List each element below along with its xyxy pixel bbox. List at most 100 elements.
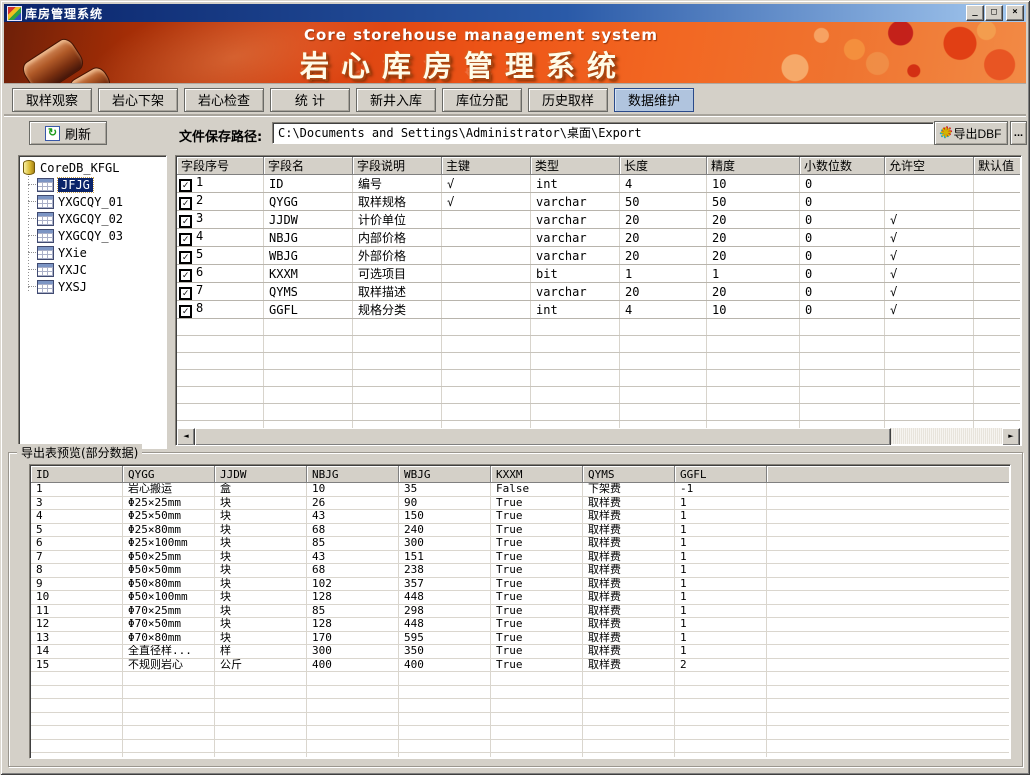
preview-cell[interactable]: 1 (675, 510, 767, 524)
preview-cell[interactable]: Φ70×25mm (123, 604, 215, 618)
preview-cell[interactable]: -1 (675, 483, 767, 497)
field-cell[interactable] (442, 229, 531, 247)
field-cell[interactable]: varchar (531, 193, 620, 211)
fields-col-header[interactable]: 小数位数 (800, 157, 885, 175)
preview-col-header[interactable]: KXXM (491, 466, 583, 483)
field-cell[interactable] (885, 193, 974, 211)
field-cell[interactable]: QYMS (264, 283, 353, 301)
field-cell[interactable]: 可选项目 (353, 265, 442, 283)
fields-col-header[interactable]: 精度 (707, 157, 800, 175)
preview-cell[interactable]: 取样费 (583, 537, 675, 551)
fields-col-header[interactable]: 主键 (442, 157, 531, 175)
preview-cell[interactable]: 10 (31, 591, 123, 605)
field-cell[interactable] (974, 193, 1021, 211)
field-cell[interactable]: 取样描述 (353, 283, 442, 301)
field-cell[interactable]: ID (264, 175, 353, 193)
field-cell[interactable]: √ (885, 247, 974, 265)
preview-cell[interactable]: 1 (675, 591, 767, 605)
field-cell[interactable]: varchar (531, 247, 620, 265)
preview-cell[interactable]: 1 (675, 618, 767, 632)
fields-col-header[interactable]: 长度 (620, 157, 707, 175)
field-cell[interactable]: 0 (800, 175, 885, 193)
field-cell[interactable] (974, 283, 1021, 301)
preview-row[interactable]: 1岩心搬运盒1035False下架费-1 (31, 483, 1009, 497)
field-cell[interactable]: 取样规格 (353, 193, 442, 211)
preview-cell[interactable]: 90 (399, 496, 491, 510)
preview-cell[interactable]: 不规则岩心 (123, 658, 215, 672)
preview-cell[interactable]: 1 (675, 564, 767, 578)
field-cell[interactable]: 20 (707, 283, 800, 301)
field-cell[interactable]: varchar (531, 211, 620, 229)
fields-col-header[interactable]: 字段序号 (177, 157, 264, 175)
scrollbar-track[interactable] (195, 428, 1002, 444)
preview-cell[interactable]: 26 (307, 496, 399, 510)
preview-cell[interactable]: 68 (307, 564, 399, 578)
preview-cell[interactable]: True (491, 550, 583, 564)
field-cell[interactable]: JJDW (264, 211, 353, 229)
preview-cell[interactable]: 240 (399, 523, 491, 537)
tree-root-coredb[interactable]: CoreDB_KFGL (19, 159, 166, 176)
preview-row[interactable]: 5Φ25×80mm块68240True取样费1 (31, 523, 1009, 537)
preview-cell[interactable]: 取样费 (583, 564, 675, 578)
field-row[interactable]: ✓4NBJG内部价格varchar20200√2009-4- (177, 229, 1020, 247)
field-cell[interactable] (442, 283, 531, 301)
field-cell[interactable]: √ (885, 283, 974, 301)
field-cell[interactable]: NBJG (264, 229, 353, 247)
field-row[interactable]: ✓1ID编号√int41002009-4- (177, 175, 1020, 193)
preview-cell[interactable]: Φ50×50mm (123, 564, 215, 578)
preview-cell[interactable]: 取样费 (583, 577, 675, 591)
preview-cell[interactable]: 4 (31, 510, 123, 524)
preview-row[interactable]: 9Φ50×80mm块102357True取样费1 (31, 577, 1009, 591)
field-cell[interactable]: 20 (620, 229, 707, 247)
preview-col-header[interactable]: GGFL (675, 466, 767, 483)
preview-cell[interactable]: 取样费 (583, 658, 675, 672)
field-row[interactable]: ✓6KXXM可选项目bit110√2009-4- (177, 265, 1020, 283)
preview-cell[interactable]: True (491, 631, 583, 645)
horizontal-scrollbar[interactable]: ◄ ► (177, 428, 1020, 444)
preview-row[interactable]: 13Φ70×80mm块170595True取样费1 (31, 631, 1009, 645)
toolbar-button-sampling-observe[interactable]: 取样观察 (12, 88, 92, 112)
preview-cell[interactable]: True (491, 604, 583, 618)
preview-cell[interactable]: 43 (307, 510, 399, 524)
refresh-button[interactable]: ↻ 刷新 (29, 121, 107, 145)
preview-cell[interactable]: 15 (31, 658, 123, 672)
preview-cell[interactable]: 块 (215, 564, 307, 578)
scroll-right-button[interactable]: ► (1002, 428, 1020, 446)
field-cell[interactable]: 内部价格 (353, 229, 442, 247)
field-cell[interactable]: 1 (620, 265, 707, 283)
field-cell[interactable]: 外部价格 (353, 247, 442, 265)
preview-cell[interactable]: 150 (399, 510, 491, 524)
preview-cell[interactable]: 2 (675, 658, 767, 672)
field-seq-cell[interactable]: ✓6 (177, 265, 264, 283)
preview-cell[interactable]: 块 (215, 550, 307, 564)
tree-item-jfjg[interactable]: JFJG (19, 176, 166, 193)
field-cell[interactable]: int (531, 175, 620, 193)
fields-col-header[interactable]: 允许空 (885, 157, 974, 175)
preview-cell[interactable]: Φ70×50mm (123, 618, 215, 632)
field-seq-cell[interactable]: ✓7 (177, 283, 264, 301)
preview-col-header[interactable]: NBJG (307, 466, 399, 483)
preview-cell[interactable]: 盒 (215, 483, 307, 497)
field-seq-cell[interactable]: ✓5 (177, 247, 264, 265)
preview-cell[interactable]: 1 (675, 496, 767, 510)
preview-cell[interactable]: 块 (215, 510, 307, 524)
field-cell[interactable] (974, 175, 1021, 193)
field-cell[interactable] (974, 229, 1021, 247)
fields-col-header[interactable]: 默认值 (974, 157, 1021, 175)
preview-cell[interactable]: 岩心搬运 (123, 483, 215, 497)
preview-col-header[interactable]: QYGG (123, 466, 215, 483)
preview-cell[interactable]: 块 (215, 577, 307, 591)
field-seq-cell[interactable]: ✓3 (177, 211, 264, 229)
field-cell[interactable]: 10 (707, 175, 800, 193)
preview-cell[interactable]: 取样费 (583, 618, 675, 632)
field-cell[interactable]: 20 (620, 283, 707, 301)
preview-row[interactable]: 11Φ70×25mm块85298True取样费1 (31, 604, 1009, 618)
field-row[interactable]: ✓8GGFL规格分类int4100√2009-4- (177, 301, 1020, 319)
preview-row[interactable]: 6Φ25×100mm块85300True取样费1 (31, 537, 1009, 551)
minimize-button[interactable]: _ (966, 5, 984, 21)
field-row[interactable]: ✓7QYMS取样描述varchar20200√2009-4- (177, 283, 1020, 301)
preview-cell[interactable]: 1 (675, 523, 767, 537)
field-cell[interactable]: int (531, 301, 620, 319)
field-cell[interactable]: QYGG (264, 193, 353, 211)
toolbar-button-data-maintenance[interactable]: 数据维护 (614, 88, 694, 112)
